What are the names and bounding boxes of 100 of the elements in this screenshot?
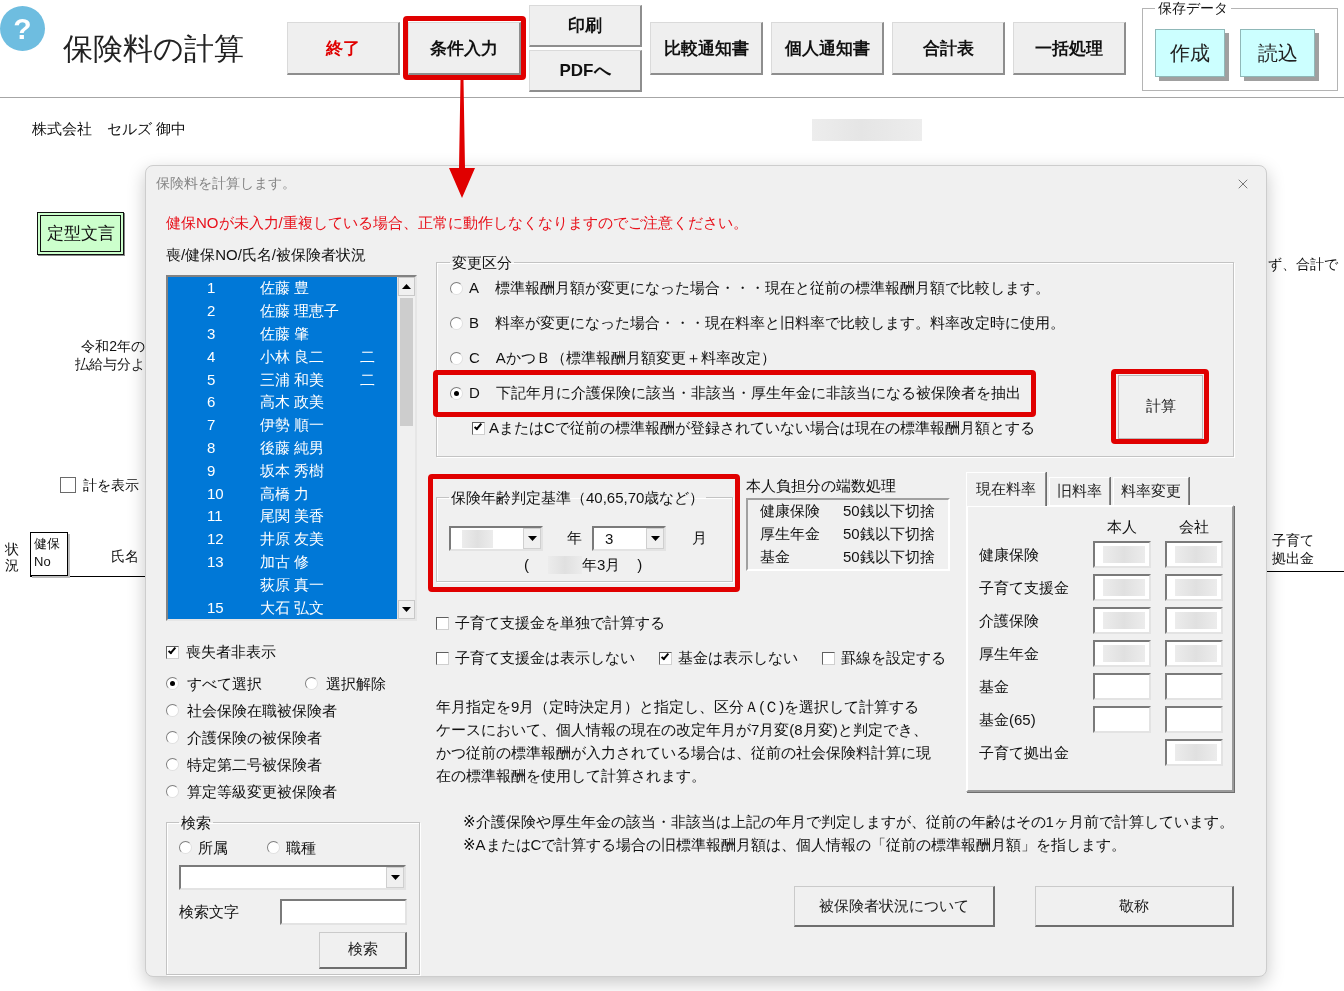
rate-field[interactable] <box>1093 607 1151 634</box>
list-cell: 伊勢 順一 <box>260 416 325 435</box>
command-button[interactable]: 条件入力 <box>408 22 521 75</box>
list-row[interactable]: 5 三浦 和美 二 <box>168 368 397 391</box>
rate-field[interactable] <box>1165 706 1223 733</box>
radio-button[interactable] <box>305 677 318 690</box>
command-button[interactable]: 個人通知書 <box>771 22 884 75</box>
list-row[interactable]: 2 佐藤 理恵子 <box>168 299 397 323</box>
tab[interactable]: 旧料率 <box>1049 477 1110 505</box>
list-row[interactable]: 15 大石 弘文 <box>168 596 397 619</box>
option-label: AかつＢ（標準報酬月額変更＋料率改定） <box>495 349 776 367</box>
scroll-up-button[interactable] <box>398 277 415 296</box>
scroll-thumb[interactable] <box>400 298 413 426</box>
list-row[interactable]: 10 高橋 力 <box>168 482 397 505</box>
checkbox[interactable] <box>436 616 449 630</box>
checkbox[interactable] <box>472 421 485 435</box>
list-cell: 2 <box>207 302 216 321</box>
list-row[interactable]: 7 伊勢 順一 <box>168 413 397 437</box>
warning-text: 健保NOが未入力/重複している場合、正常に動作しなくなりますのでご注意ください。 <box>166 213 749 233</box>
list-row[interactable]: 3 佐藤 肇 <box>168 322 397 346</box>
list-row[interactable]: 11 尾関 美香 <box>168 504 397 528</box>
template-button[interactable]: 定型文言 <box>37 212 124 255</box>
radio-button[interactable] <box>166 677 179 690</box>
month-dropdown[interactable]: 3 <box>592 526 666 551</box>
rate-field[interactable] <box>1165 640 1223 667</box>
radio-button[interactable] <box>179 841 192 854</box>
radio-label: すべて選択 <box>187 674 262 693</box>
group-title: 変更区分 <box>451 254 513 271</box>
rate-field[interactable] <box>1165 673 1223 700</box>
radio-button[interactable] <box>166 704 179 717</box>
command-button[interactable]: 一括処理 <box>1013 22 1126 75</box>
list-row[interactable]: 13 加古 修 <box>168 550 397 574</box>
dialog-button[interactable]: 敬称 <box>1035 886 1234 927</box>
list-row[interactable]: 4 小林 良二 二 <box>168 345 397 369</box>
list-row[interactable]: 9 坂本 秀樹 <box>168 459 397 483</box>
group-title: 検索 <box>180 813 212 831</box>
rounding-value: 50銭以下切捨 <box>843 525 935 544</box>
radio-label: 選択解除 <box>326 674 386 693</box>
search-button[interactable]: 検索 <box>319 931 407 969</box>
list-row[interactable]: 6 高木 政美 <box>168 391 397 414</box>
command-button[interactable]: PDFへ <box>529 50 642 92</box>
checkbox[interactable] <box>60 477 76 493</box>
list-row[interactable]: 荻原 真一 <box>168 573 397 597</box>
dialog-button[interactable]: 被保険者状況について <box>794 886 995 927</box>
explanation-text: 年月指定を9月（定時決定月）と指定し、区分Ａ(Ｃ)を選択して計算する ケースにおいて、個人情報の現在の改定年月が7月変(8月変)と判定でき、 かつ従前の標準報酬が入力されている場合は、従前の社会保険料計算に現 在の標準報酬を使用して計算されます。 <box>436 697 931 786</box>
radio-button[interactable] <box>450 351 463 365</box>
list-cell: 佐藤 理恵子 <box>260 302 340 321</box>
list-cell: 尾関 美香 <box>260 507 325 526</box>
radio-button[interactable] <box>267 841 280 854</box>
radio-button[interactable] <box>450 281 463 295</box>
rounding-value: 50銭以下切捨 <box>843 548 935 567</box>
keyword-field[interactable] <box>280 898 407 925</box>
rate-field[interactable] <box>1165 739 1223 766</box>
radio-button[interactable] <box>166 731 179 744</box>
caret-icon <box>390 874 400 880</box>
note-text: ※AまたはCで計算する場合の旧標準報酬月額は、個人情報の「従前の標準報酬月額」を指します。 <box>463 835 1127 854</box>
rate-field[interactable] <box>1093 640 1151 667</box>
option-label: 料率が変更になった場合・・・現在料率と旧料率で比較します。料率改定時に使用。 <box>495 314 1065 332</box>
list-cell: 1 <box>207 279 216 298</box>
insured-list[interactable]: 1 佐藤 豊 2 佐藤 理恵子 3 佐藤 肇 4 小林 良二 二 5 三浦 和美 二 6 高木 政美 7 伊勢 順一 8 後藤 純男 9 坂本 秀樹 10 高橋 力 11 尾関 美香 12 井原 友美 13 加古 修 荻原 真一 15 大石 弘文 <box>166 275 417 621</box>
rate-field[interactable] <box>1093 574 1151 601</box>
list-cell: 二 <box>360 347 375 366</box>
scroll-down-button[interactable] <box>398 600 415 619</box>
rate-field[interactable] <box>1093 541 1151 568</box>
tab[interactable]: 現在料率 <box>966 472 1046 506</box>
unit-label: 年 <box>567 529 582 548</box>
list-row[interactable]: 12 井原 友美 <box>168 527 397 551</box>
radio-button[interactable] <box>450 316 463 330</box>
list-cell: 13 <box>207 552 224 571</box>
rate-label: 子育て拠出金 <box>979 743 1069 762</box>
radio-button[interactable] <box>450 386 463 400</box>
search-dropdown[interactable] <box>179 864 406 890</box>
command-button[interactable]: 比較通知書 <box>650 22 763 75</box>
preview-text: ) <box>637 556 643 574</box>
tab[interactable]: 料率変更 <box>1113 477 1189 505</box>
checkbox[interactable] <box>436 651 449 665</box>
year-dropdown[interactable] <box>449 526 543 551</box>
rate-label: 基金 <box>979 677 1009 696</box>
list-row[interactable]: 1 佐藤 豊 <box>168 277 397 300</box>
checkbox[interactable] <box>659 651 672 665</box>
list-row[interactable]: 8 後藤 純男 <box>168 436 397 460</box>
checkbox[interactable] <box>166 645 179 659</box>
checkbox[interactable] <box>822 651 835 665</box>
list-cell: 坂本 秀樹 <box>260 461 325 480</box>
field-label: 検索文字 <box>179 902 239 921</box>
rate-field[interactable] <box>1165 607 1223 634</box>
exit-button[interactable]: 終了 <box>287 22 400 75</box>
preview-text: 年3月 <box>582 556 621 574</box>
radio-button[interactable] <box>166 758 179 771</box>
radio-button[interactable] <box>166 785 179 798</box>
rate-label: 基金(65) <box>979 710 1036 729</box>
rate-field[interactable] <box>1093 706 1151 733</box>
rate-field[interactable] <box>1165 574 1223 601</box>
list-cell: 後藤 純男 <box>260 438 325 457</box>
rate-field[interactable] <box>1093 673 1151 700</box>
rate-field[interactable] <box>1165 541 1223 568</box>
option-letter: A <box>469 279 479 297</box>
calculate-button[interactable]: 計算 <box>1118 374 1203 439</box>
command-button[interactable]: 合計表 <box>892 22 1005 75</box>
command-button[interactable]: 印刷 <box>529 5 642 47</box>
